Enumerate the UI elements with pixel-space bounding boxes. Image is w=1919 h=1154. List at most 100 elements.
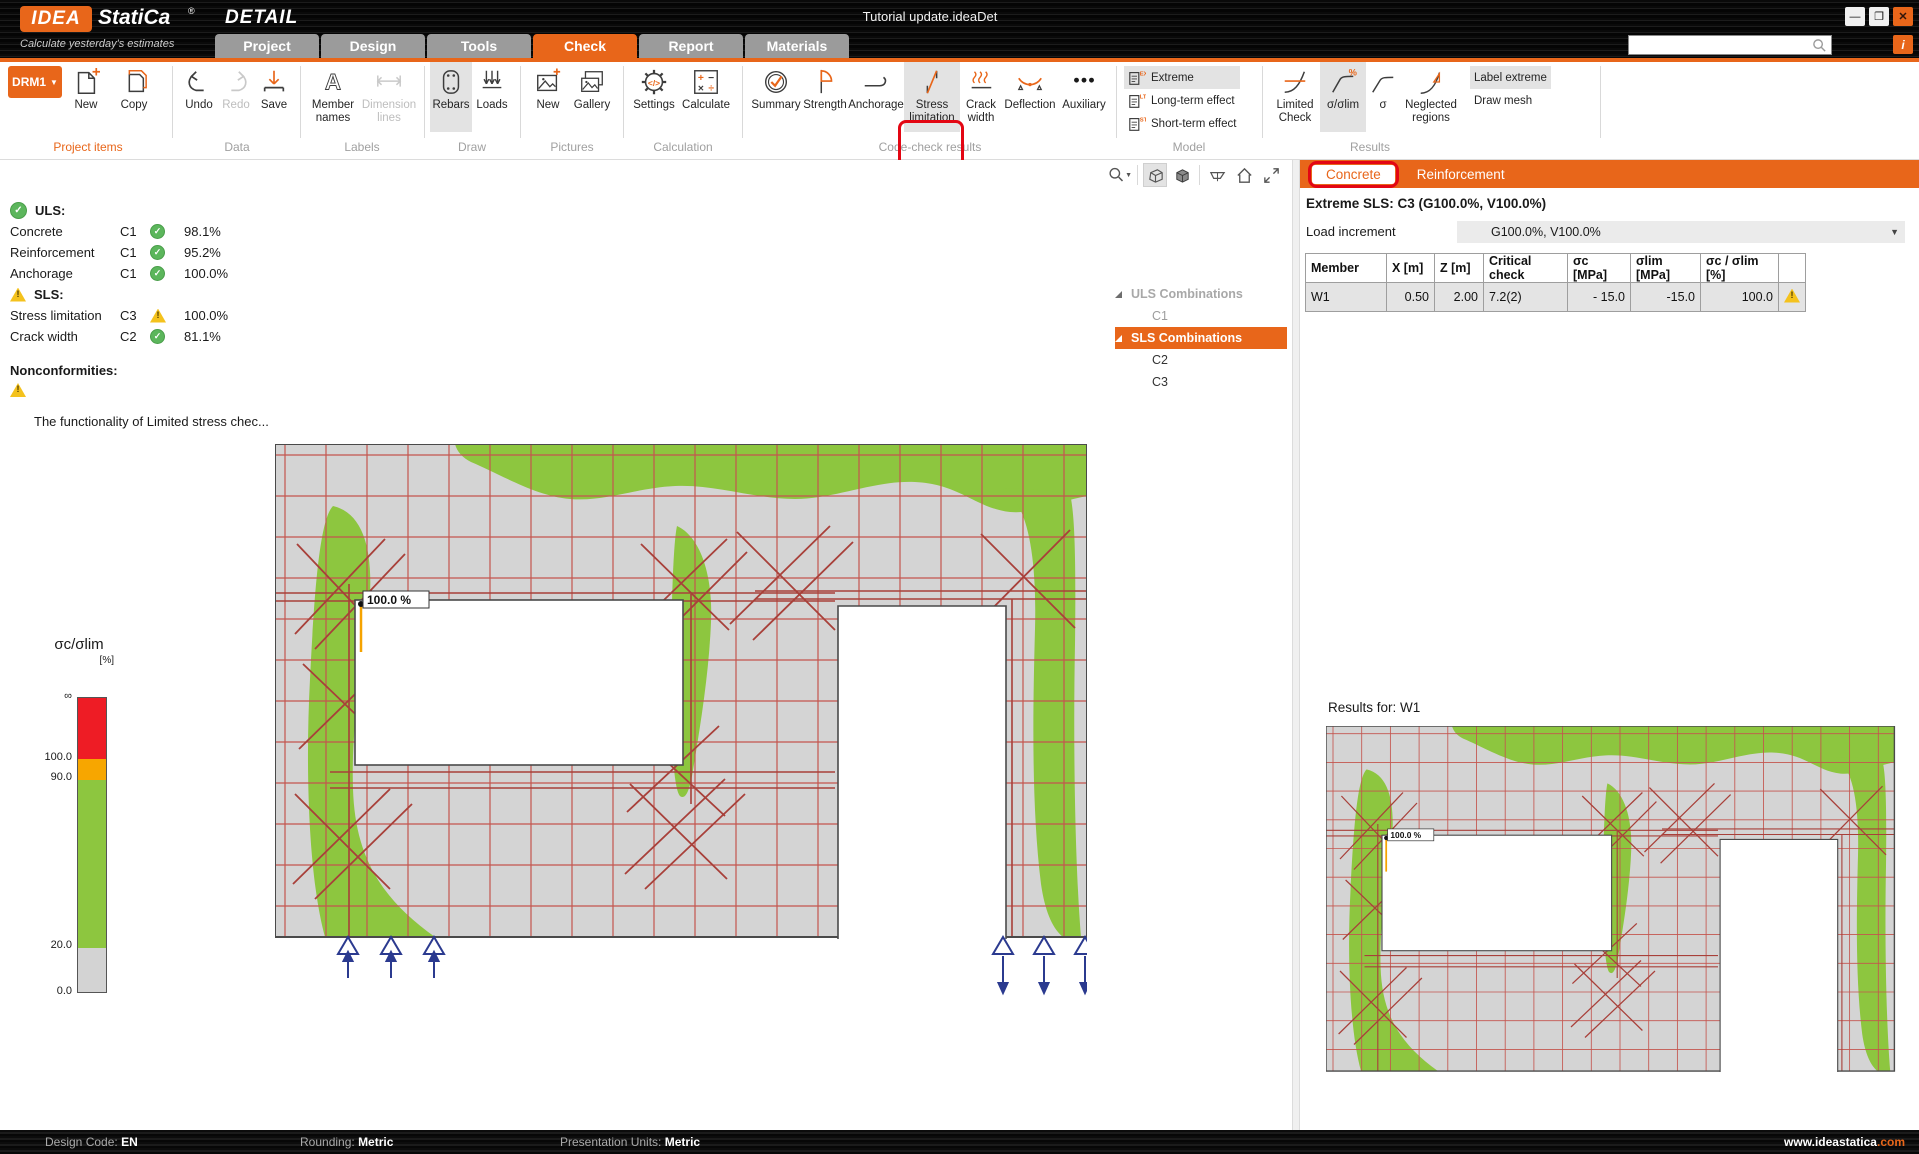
new-project-item-button[interactable]: New xyxy=(62,62,110,132)
structure-result-view[interactable]: 100.0 % xyxy=(275,444,1087,1004)
check-row-crack-width[interactable]: Crack width C2 81.1% xyxy=(10,326,310,347)
member-result-thumbnail[interactable] xyxy=(1326,726,1896,1072)
warning-icon xyxy=(150,309,166,323)
canvas-toolbar: ▼ xyxy=(1108,163,1283,187)
search-icon[interactable] xyxy=(1812,38,1831,53)
fit-view-button[interactable] xyxy=(1259,163,1283,187)
combinations-tree: ULS Combinations C1 SLS Combinations C2 … xyxy=(1115,283,1287,393)
calculate-button[interactable]: +−×÷ Calculate xyxy=(678,62,734,132)
clipping-plane-button[interactable] xyxy=(1205,163,1229,187)
title-bar: IDEA StatiCa ® DETAIL Calculate yesterda… xyxy=(0,0,1919,58)
expander-icon[interactable] xyxy=(1115,335,1122,342)
neglected-regions-button[interactable]: Neglected regions xyxy=(1400,62,1462,132)
table-row[interactable]: W1 0.50 2.00 7.2(2) - 15.0 -15.0 100.0 xyxy=(1306,283,1806,312)
auxiliary-button[interactable]: Auxiliary xyxy=(1058,62,1110,132)
warning-icon xyxy=(10,383,26,397)
tab-tools[interactable]: Tools xyxy=(427,34,531,58)
tab-check[interactable]: Check xyxy=(533,34,637,58)
check-row-reinforcement[interactable]: Reinforcement C1 95.2% xyxy=(10,242,310,263)
deflection-check-button[interactable]: Deflection xyxy=(1002,62,1058,132)
search-box xyxy=(1628,35,1832,55)
search-input[interactable] xyxy=(1629,37,1812,53)
load-increment-dropdown[interactable]: G100.0%, V100.0% ▼ xyxy=(1457,221,1905,243)
sigma-slim-button[interactable]: % σ/σlim xyxy=(1320,62,1366,132)
new-picture-button[interactable]: New xyxy=(527,62,569,132)
info-button[interactable]: i xyxy=(1893,35,1913,54)
group-label-model: Model xyxy=(1124,140,1254,154)
gallery-button[interactable]: Gallery xyxy=(569,62,615,132)
tree-item-c2[interactable]: C2 xyxy=(1115,349,1287,371)
panel-splitter[interactable] xyxy=(1292,160,1300,1130)
home-view-button[interactable] xyxy=(1232,163,1256,187)
idea-logo: IDEA xyxy=(20,6,92,32)
tree-uls-combinations[interactable]: ULS Combinations xyxy=(1115,283,1287,305)
scale-tick: 0.0 xyxy=(20,985,72,997)
minimize-button[interactable]: — xyxy=(1845,7,1865,26)
strength-icon xyxy=(812,65,838,99)
new-picture-icon xyxy=(534,65,562,99)
redo-button[interactable]: Redo xyxy=(218,62,254,132)
tab-materials[interactable]: Materials xyxy=(745,34,849,58)
settings-button[interactable]: </> Settings xyxy=(630,62,678,132)
short-term-effect-toggle[interactable]: ST Short-term effect xyxy=(1124,112,1240,135)
tab-project[interactable]: Project xyxy=(215,34,319,58)
limited-check-button[interactable]: Limited Check xyxy=(1270,62,1320,132)
save-button[interactable]: Save xyxy=(254,62,294,132)
sigma-button[interactable]: σ xyxy=(1366,62,1400,132)
tab-concrete[interactable]: Concrete xyxy=(1312,165,1395,184)
tree-item-c3[interactable]: C3 xyxy=(1115,371,1287,393)
sigma-slim-icon: % xyxy=(1329,65,1357,99)
tree-sls-combinations[interactable]: SLS Combinations xyxy=(1115,327,1287,349)
undo-button[interactable]: Undo xyxy=(180,62,218,132)
rebars-icon xyxy=(438,65,464,99)
check-row-stress-limitation[interactable]: Stress limitation C3 100.0% xyxy=(10,305,310,326)
ok-icon xyxy=(150,224,165,239)
solid-view-button[interactable] xyxy=(1170,163,1194,187)
zoom-dropdown-caret[interactable]: ▼ xyxy=(1125,172,1132,179)
draw-mesh-toggle[interactable]: Draw mesh xyxy=(1470,89,1551,112)
strength-check-button[interactable]: Strength xyxy=(802,62,848,132)
copy-project-item-button[interactable]: Copy xyxy=(110,62,158,132)
tree-item-c1[interactable]: C1 xyxy=(1115,305,1287,327)
check-row-concrete[interactable]: Concrete C1 98.1% xyxy=(10,221,310,242)
neglected-regions-icon xyxy=(1417,65,1445,99)
ribbon-separator xyxy=(1262,66,1263,138)
dimension-lines-icon xyxy=(374,65,404,99)
wireframe-view-button[interactable] xyxy=(1143,163,1167,187)
loads-icon xyxy=(478,65,506,99)
ribbon: DRM1▼ New Copy Project items xyxy=(0,62,1919,160)
close-button[interactable]: ✕ xyxy=(1893,7,1913,26)
sls-summary-header: SLS: xyxy=(10,284,310,305)
crack-width-button[interactable]: Crack width xyxy=(960,62,1002,132)
long-term-effect-toggle[interactable]: LT Long-term effect xyxy=(1124,89,1240,112)
member-names-button[interactable]: A Member names xyxy=(306,62,360,132)
dimension-lines-button[interactable]: Dimension lines xyxy=(360,62,418,132)
label-extreme-toggle[interactable]: Label extreme xyxy=(1470,66,1551,89)
loads-button[interactable]: Loads xyxy=(472,62,512,132)
nonconformity-message[interactable]: The functionality of Limited stress chec… xyxy=(34,414,310,429)
expander-icon[interactable] xyxy=(1115,291,1122,298)
toolbar-divider xyxy=(1137,165,1138,185)
rebars-button[interactable]: Rebars xyxy=(430,62,472,132)
long-term-doc-icon: LT xyxy=(1128,92,1146,110)
toolbar-divider xyxy=(1199,165,1200,185)
project-item-selector[interactable]: DRM1▼ xyxy=(8,66,62,98)
stress-limitation-icon xyxy=(919,65,945,99)
results-for-label: Results for: W1 xyxy=(1328,700,1420,715)
zoom-tool-button[interactable]: ▼ xyxy=(1108,163,1132,187)
svg-text:EX: EX xyxy=(1140,71,1146,77)
check-row-anchorage[interactable]: Anchorage C1 100.0% xyxy=(10,263,310,284)
scale-unit: [%] xyxy=(44,655,114,666)
tab-reinforcement[interactable]: Reinforcement xyxy=(1417,167,1505,182)
anchorage-check-button[interactable]: Anchorage xyxy=(848,62,904,132)
website-link[interactable]: www.ideastatica.com xyxy=(1784,1135,1905,1149)
summary-check-button[interactable]: Summary xyxy=(750,62,802,132)
tab-report[interactable]: Report xyxy=(639,34,743,58)
maximize-button[interactable]: ❐ xyxy=(1869,7,1889,26)
svg-text:A: A xyxy=(325,69,341,94)
tab-design[interactable]: Design xyxy=(321,34,425,58)
settings-gear-icon: </> xyxy=(639,65,669,99)
extreme-toggle[interactable]: EX Extreme xyxy=(1124,66,1240,89)
svg-text:−: − xyxy=(708,73,714,84)
stress-limitation-button[interactable]: Stress limitation xyxy=(904,62,960,132)
